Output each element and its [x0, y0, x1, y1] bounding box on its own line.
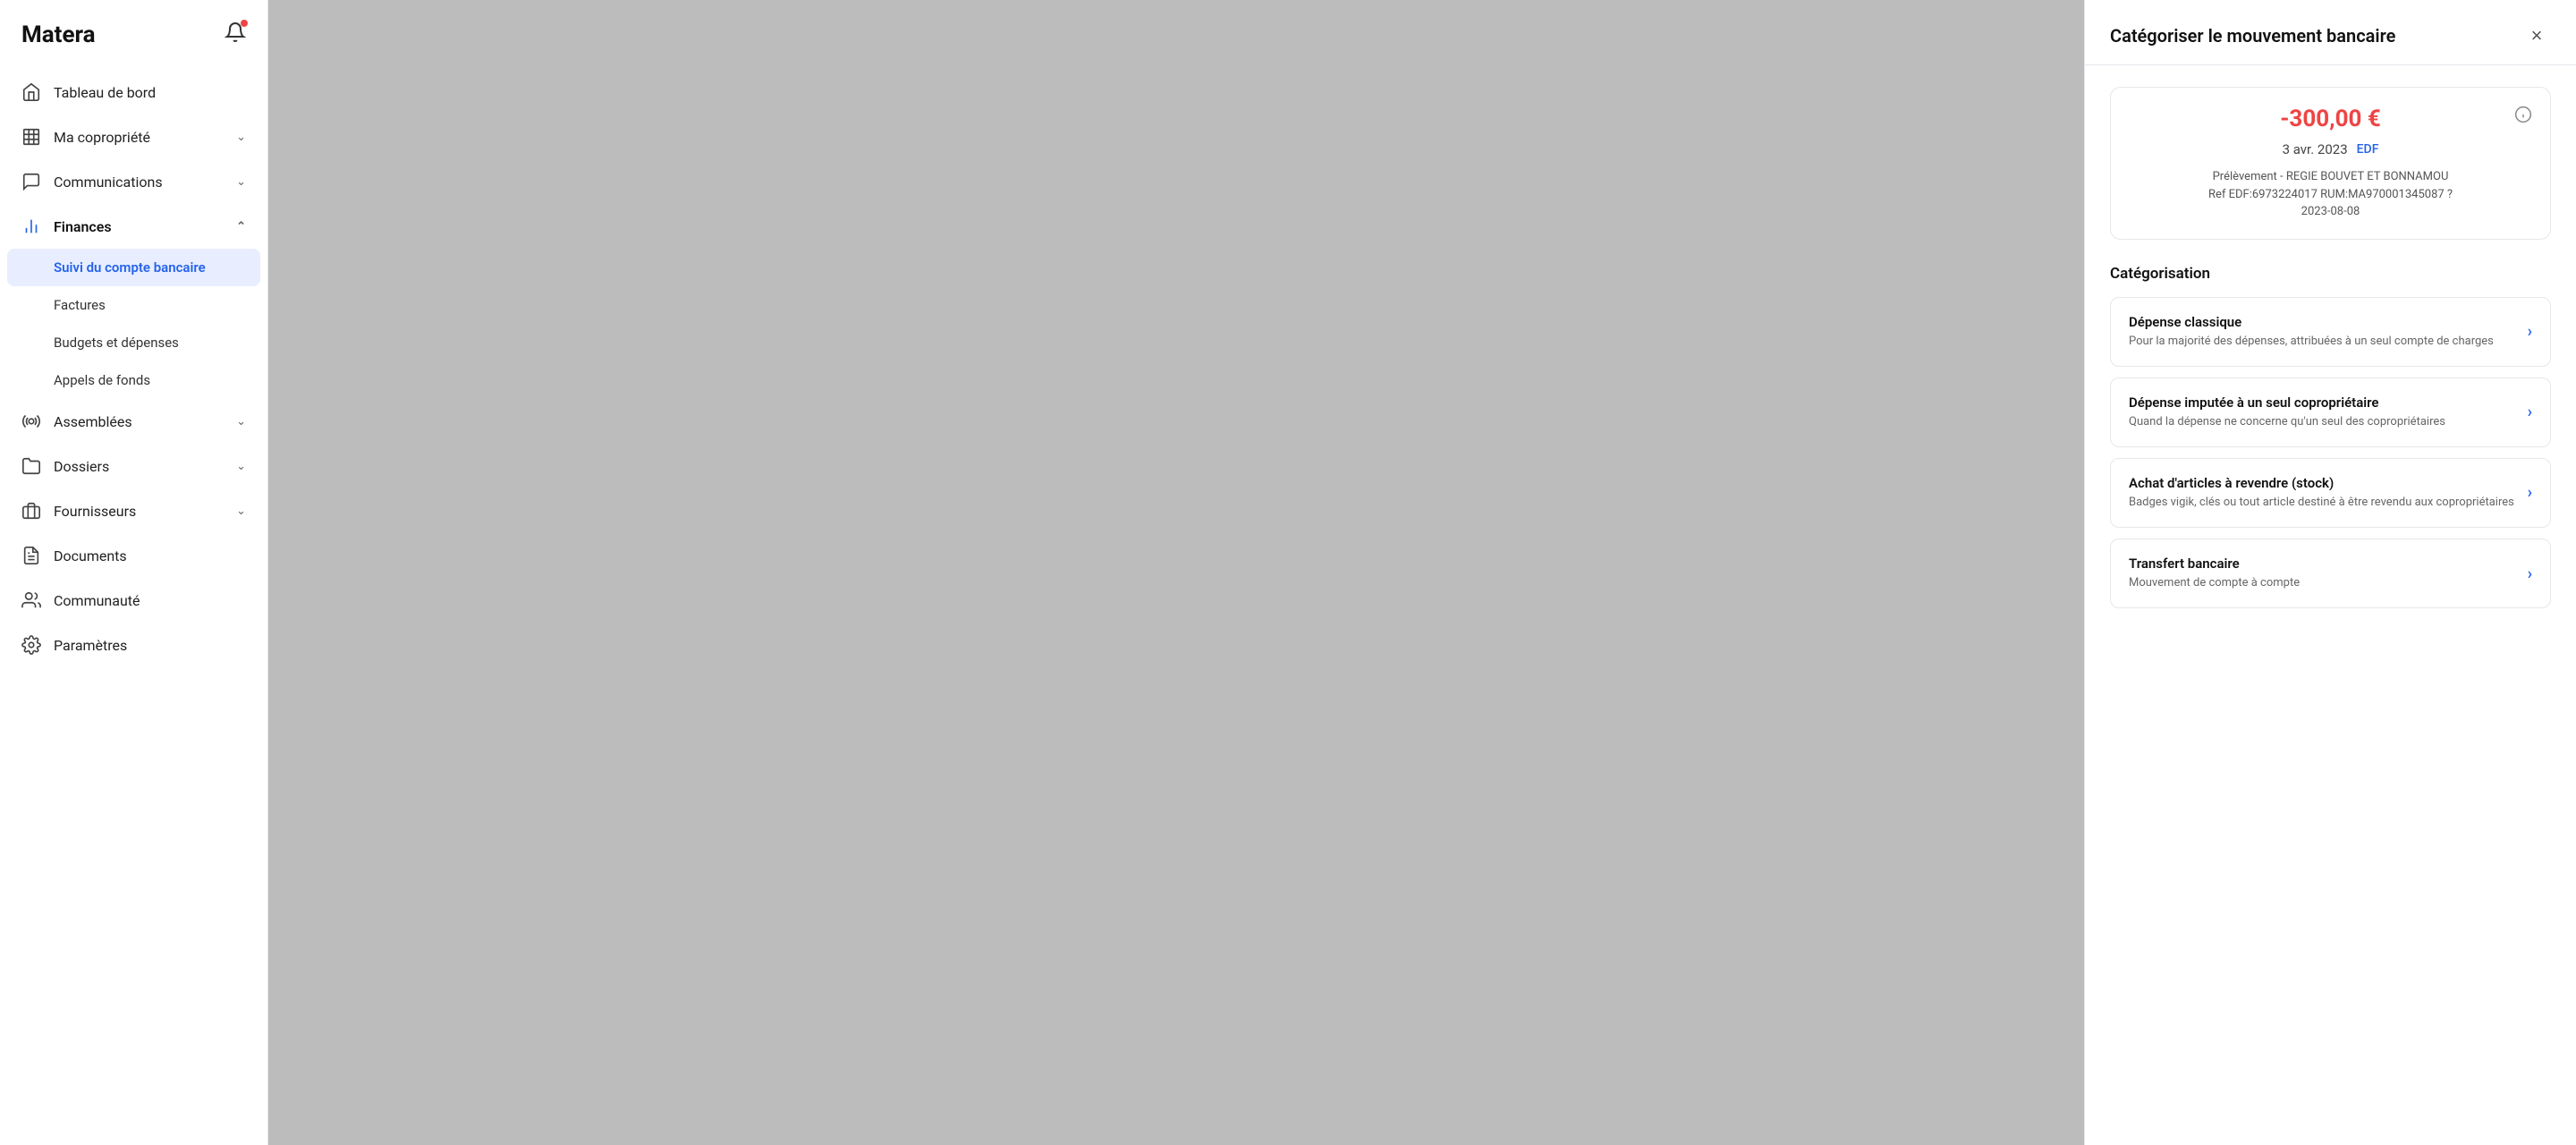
app-logo: Matera [21, 21, 96, 48]
transaction-date: 3 avr. 2023 [2283, 141, 2348, 157]
dossiers-icon [21, 456, 41, 476]
category-item-desc: Mouvement de compte à compte [2129, 575, 2517, 591]
sidebar-nav: Tableau de bord Ma copropriété ⌄ [0, 63, 267, 1145]
category-item-title: Dépense imputée à un seul copropriétaire [2129, 394, 2517, 411]
sidebar-item-label: Ma copropriété [54, 129, 150, 146]
category-item-desc: Badges vigik, clés ou tout article desti… [2129, 495, 2517, 511]
category-item-desc: Quand la dépense ne concerne qu'un seul … [2129, 414, 2517, 430]
chevron-down-icon: ⌄ [236, 175, 246, 189]
sidebar-item-fournisseurs[interactable]: Fournisseurs ⌄ [0, 488, 267, 533]
sidebar-item-dossiers[interactable]: Dossiers ⌄ [0, 444, 267, 488]
transaction-date-row: 3 avr. 2023 EDF [2132, 141, 2529, 157]
panel-body: -300,00 € 3 avr. 2023 EDF Prélèvement - … [2085, 65, 2576, 1145]
sidebar-item-label: Fournisseurs [54, 503, 136, 520]
building-icon [21, 127, 41, 147]
sidebar: Matera Tableau de bord [0, 0, 268, 1145]
sidebar-subitem-factures[interactable]: Factures [0, 286, 267, 324]
panel-header: Catégoriser le mouvement bancaire × [2085, 0, 2576, 65]
bell-icon [225, 26, 246, 48]
assemblees-icon [21, 411, 41, 431]
category-item-achat-articles[interactable]: Achat d'articles à revendre (stock) Badg… [2110, 458, 2551, 528]
home-icon [21, 82, 41, 102]
transaction-description: Prélèvement - REGIE BOUVET ET BONNAMOU R… [2132, 168, 2529, 221]
chevron-down-icon: ⌄ [236, 460, 246, 473]
categorisation-panel: Catégoriser le mouvement bancaire × -300… [2084, 0, 2576, 1145]
sidebar-subitem-label: Suivi du compte bancaire [54, 259, 206, 276]
parametres-icon [21, 635, 41, 655]
category-item-desc: Pour la majorité des dépenses, attribuée… [2129, 334, 2517, 350]
sidebar-item-ma-copropriete[interactable]: Ma copropriété ⌄ [0, 114, 267, 159]
close-button[interactable]: × [2522, 21, 2551, 50]
fournisseurs-icon [21, 501, 41, 521]
sidebar-item-label: Documents [54, 547, 127, 564]
sidebar-item-documents[interactable]: Documents [0, 533, 267, 578]
sidebar-item-assemblees[interactable]: Assemblées ⌄ [0, 399, 267, 444]
sidebar-subitem-suivi-du-compte-bancaire[interactable]: Suivi du compte bancaire [7, 249, 260, 286]
chevron-down-icon: ⌄ [236, 131, 246, 144]
sidebar-item-label: Paramètres [54, 637, 127, 654]
documents-icon [21, 546, 41, 565]
sidebar-item-finances[interactable]: Finances ⌃ [0, 204, 267, 249]
sidebar-item-label: Communauté [54, 592, 140, 609]
category-item-title: Dépense classique [2129, 314, 2517, 330]
sidebar-item-label: Dossiers [54, 458, 109, 475]
sidebar-subitem-label: Budgets et dépenses [54, 335, 179, 351]
chevron-down-icon: ⌄ [236, 415, 246, 428]
sidebar-item-communaute[interactable]: Communauté [0, 578, 267, 623]
chart-icon [21, 216, 41, 236]
sidebar-subitem-budgets-et-depenses[interactable]: Budgets et dépenses [0, 324, 267, 361]
sidebar-header: Matera [0, 0, 267, 63]
transaction-card: -300,00 € 3 avr. 2023 EDF Prélèvement - … [2110, 87, 2551, 240]
categorisation-title: Catégorisation [2110, 265, 2551, 283]
sidebar-item-label: Assemblées [54, 413, 132, 430]
category-item-depense-classique[interactable]: Dépense classique Pour la majorité des d… [2110, 297, 2551, 367]
chat-icon [21, 172, 41, 191]
communaute-icon [21, 590, 41, 610]
chevron-right-icon: › [2528, 322, 2532, 341]
sidebar-item-label: Tableau de bord [54, 84, 156, 101]
transaction-amount: -300,00 € [2132, 106, 2529, 132]
transaction-vendor: EDF [2357, 142, 2379, 157]
chevron-right-icon: › [2528, 403, 2532, 421]
info-icon[interactable] [2514, 106, 2532, 128]
chevron-down-icon: ⌄ [236, 505, 246, 518]
notifications-button[interactable] [225, 21, 246, 48]
category-item-title: Transfert bancaire [2129, 556, 2517, 572]
sidebar-subitem-label: Appels de fonds [54, 372, 150, 388]
category-item-depense-imputee[interactable]: Dépense imputée à un seul copropriétaire… [2110, 377, 2551, 447]
chevron-right-icon: › [2528, 564, 2532, 583]
category-item-transfert-bancaire[interactable]: Transfert bancaire Mouvement de compte à… [2110, 539, 2551, 608]
panel-title: Catégoriser le mouvement bancaire [2110, 25, 2395, 47]
category-item-title: Achat d'articles à revendre (stock) [2129, 475, 2517, 491]
sidebar-item-communications[interactable]: Communications ⌄ [0, 159, 267, 204]
sidebar-item-label: Finances [54, 218, 112, 235]
sidebar-item-label: Communications [54, 174, 163, 191]
sidebar-item-parametres[interactable]: Paramètres [0, 623, 267, 667]
notification-dot [241, 20, 248, 27]
chevron-right-icon: › [2528, 483, 2532, 502]
chevron-up-icon: ⌃ [236, 220, 246, 233]
sidebar-subitem-appels-de-fonds[interactable]: Appels de fonds [0, 361, 267, 399]
main-content-overlay [268, 0, 2084, 1145]
sidebar-item-tableau-de-bord[interactable]: Tableau de bord [0, 70, 267, 114]
sidebar-subitem-label: Factures [54, 297, 106, 313]
categorisation-section: Catégorisation Dépense classique Pour la… [2110, 265, 2551, 609]
